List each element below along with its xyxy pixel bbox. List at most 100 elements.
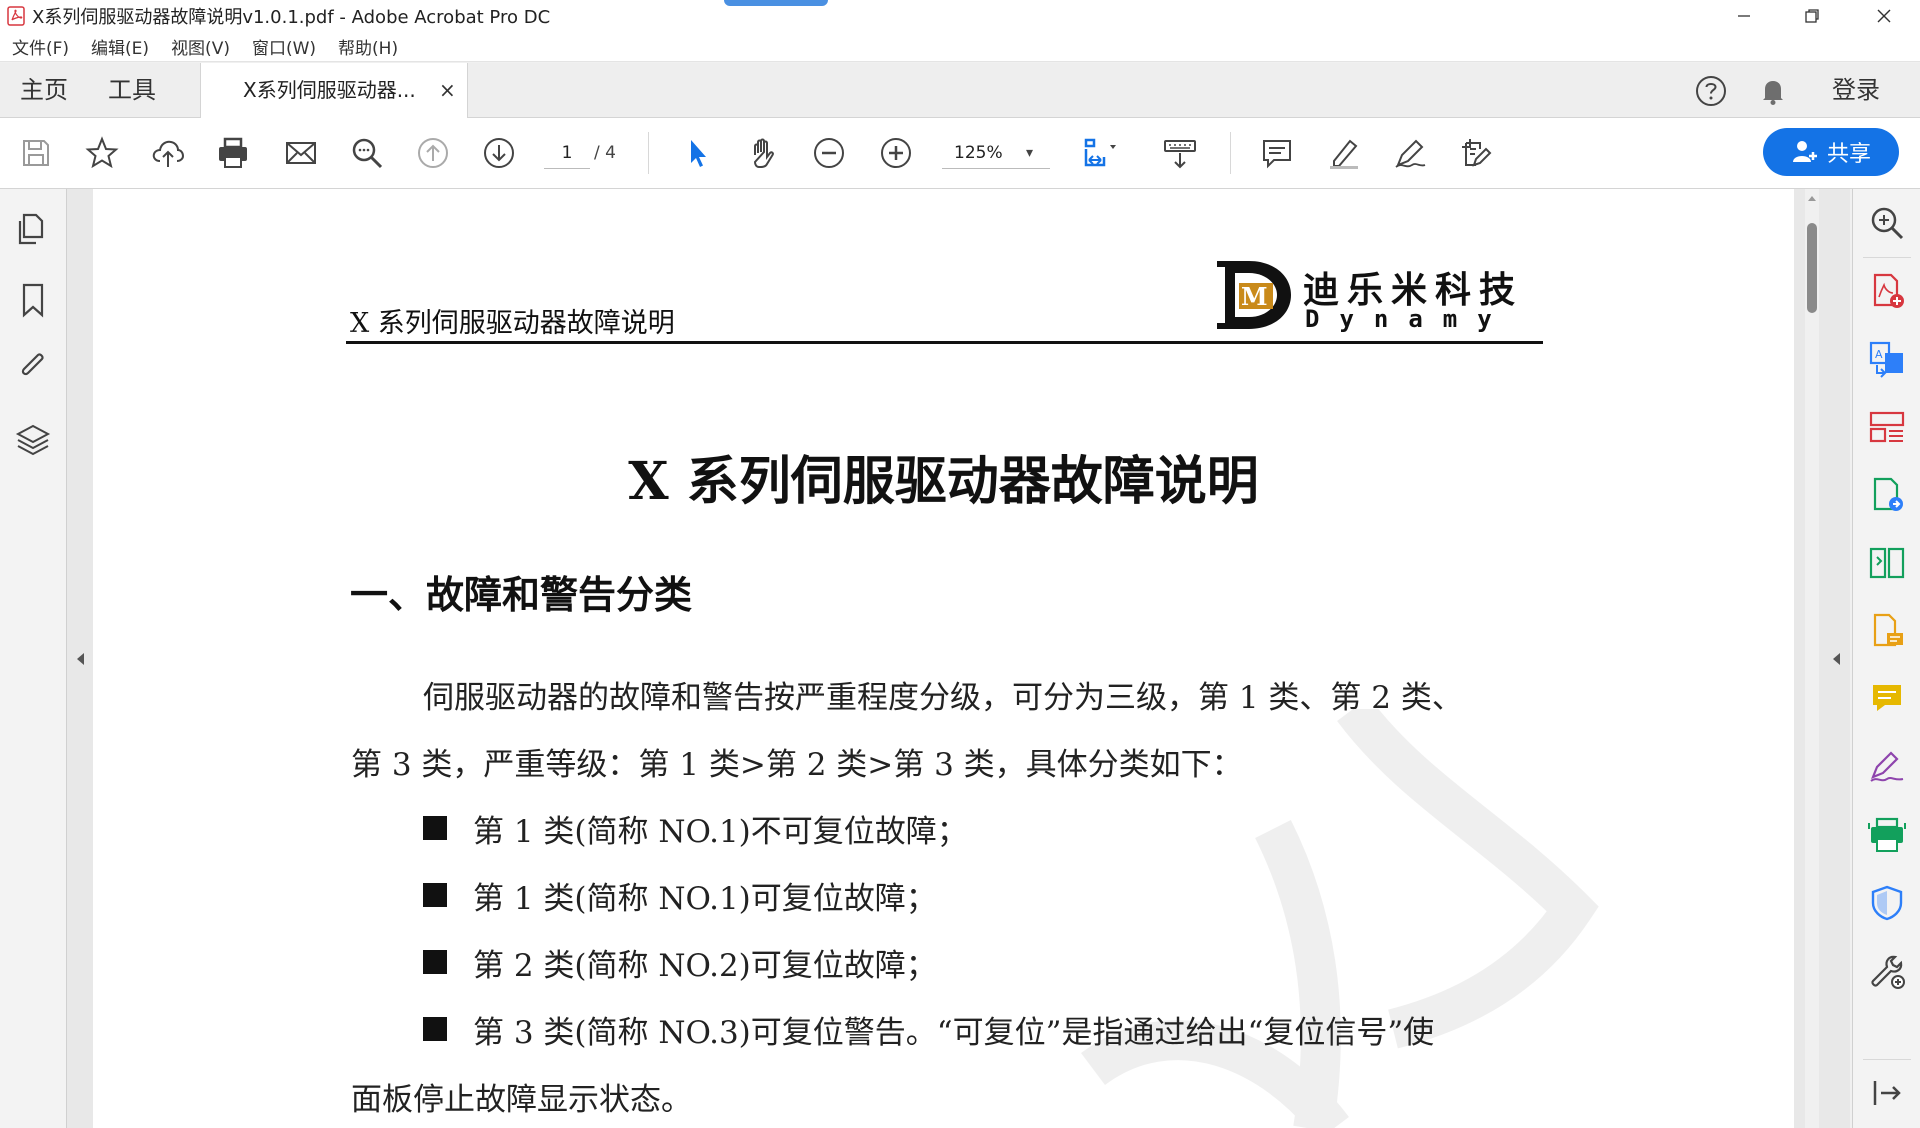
highlight-button[interactable] xyxy=(1324,133,1364,173)
window-title: X系列伺服驱动器故障说明v1.0.1.pdf - Adobe Acrobat P… xyxy=(32,7,551,28)
print-production-icon[interactable] xyxy=(1867,815,1907,855)
logo-english-text: Dynamy xyxy=(1305,305,1512,333)
bullet-square xyxy=(423,1017,447,1041)
panel-divider xyxy=(1863,257,1911,258)
printer-icon xyxy=(219,137,247,168)
restore-button[interactable] xyxy=(1780,0,1844,32)
close-window-button[interactable] xyxy=(1852,0,1916,32)
scroll-mode-button[interactable] xyxy=(1160,133,1200,173)
next-page-button[interactable] xyxy=(479,133,519,173)
tab-tools[interactable]: 工具 xyxy=(108,63,156,117)
attachment-icon[interactable] xyxy=(14,347,52,385)
acrobat-app-icon xyxy=(7,6,25,26)
svg-text:M: M xyxy=(1241,282,1268,311)
svg-text:A: A xyxy=(1875,348,1883,361)
layers-icon[interactable] xyxy=(14,421,52,459)
bookmark-star-button[interactable] xyxy=(82,133,122,173)
paragraph-line: 第 3 类，严重等级：第 1 类>第 2 类>第 3 类，具体分类如下： xyxy=(351,747,1243,783)
add-user-icon xyxy=(1792,141,1817,162)
search-zoom-icon[interactable] xyxy=(1867,203,1907,243)
cursor-arrow-icon xyxy=(691,140,706,167)
list-item: 第 1 类(简称 NO.1)可复位故障； xyxy=(473,881,937,917)
previous-page-button[interactable] xyxy=(413,133,453,173)
restore-icon xyxy=(1805,9,1819,23)
export-pdf-icon[interactable]: A xyxy=(1867,339,1907,379)
more-tools-icon[interactable] xyxy=(1867,951,1907,991)
right-tools-panel: A xyxy=(1852,189,1920,1128)
bullet-square xyxy=(423,883,447,907)
menu-file[interactable]: 文件(F) xyxy=(12,34,69,59)
organize-pages-icon[interactable] xyxy=(1867,407,1907,447)
create-pdf-icon[interactable] xyxy=(1867,271,1907,311)
minimize-button[interactable] xyxy=(1712,0,1776,32)
edit-document-icon xyxy=(1462,139,1492,167)
fit-page-button[interactable] xyxy=(1078,133,1118,173)
scroll-up-icon[interactable] xyxy=(1805,193,1819,205)
left-navigation-panel xyxy=(0,189,67,1128)
menu-help[interactable]: 帮助(H) xyxy=(338,34,398,59)
document-tab-close-button[interactable]: × xyxy=(439,63,456,117)
vertical-scrollbar[interactable] xyxy=(1805,189,1819,1128)
zoom-level-value: 125% xyxy=(954,143,1003,163)
email-button[interactable] xyxy=(281,133,321,173)
save-button[interactable] xyxy=(16,133,56,173)
zoom-out-button[interactable] xyxy=(809,133,849,173)
protect-shield-icon[interactable] xyxy=(1867,883,1907,923)
close-icon xyxy=(1877,9,1891,23)
tab-home[interactable]: 主页 xyxy=(20,63,68,117)
zoom-level-select[interactable]: 125% ▾ xyxy=(942,138,1050,169)
notification-bell-icon[interactable] xyxy=(1756,74,1790,108)
upload-cloud-button[interactable] xyxy=(148,133,188,173)
list-item: 第 1 类(简称 NO.1)不可复位故障； xyxy=(473,814,968,850)
toolbar-divider xyxy=(648,132,649,174)
collapse-right-panel-icon[interactable] xyxy=(1828,650,1846,668)
toolbar-divider xyxy=(1230,132,1231,174)
tab-bar: 主页 工具 X系列伺服驱动器... × 登录 xyxy=(0,63,1920,118)
login-button[interactable]: 登录 xyxy=(1832,63,1880,117)
edit-pdf-icon[interactable] xyxy=(1867,475,1907,515)
page-number-input[interactable]: 1 xyxy=(544,138,590,169)
collapse-panel-arrow-icon[interactable] xyxy=(1867,1073,1907,1113)
minimize-icon xyxy=(1738,15,1750,17)
header-divider xyxy=(346,341,1543,344)
bullet-square xyxy=(423,816,447,840)
menu-edit[interactable]: 编辑(E) xyxy=(91,34,149,59)
main-toolbar: 1 / 4 125% ▾ 共享 xyxy=(0,118,1920,189)
zoom-in-button[interactable] xyxy=(876,133,916,173)
document-title: X 系列伺服驱动器故障说明 xyxy=(628,451,1259,512)
print-button[interactable] xyxy=(213,133,253,173)
zoom-out-icon xyxy=(814,138,844,168)
chevron-down-icon: ▾ xyxy=(1026,145,1034,161)
document-view[interactable]: X 系列伺服驱动器故障说明 M 迪乐米科技 Dynamy X 系列伺服驱动器故障… xyxy=(67,189,1850,1128)
hand-tool-button[interactable] xyxy=(743,133,783,173)
fill-and-sign-icon[interactable] xyxy=(1867,747,1907,787)
find-button[interactable] xyxy=(347,133,387,173)
help-icon[interactable] xyxy=(1694,74,1728,108)
save-icon xyxy=(23,140,49,166)
list-item: 第 2 类(简称 NO.2)可复位故障； xyxy=(473,948,937,984)
scrollbar-thumb[interactable] xyxy=(1807,223,1817,313)
sign-button[interactable] xyxy=(1390,133,1430,173)
page-thumbnails-icon[interactable] xyxy=(14,211,52,249)
sticky-note-icon[interactable] xyxy=(1867,679,1907,719)
fill-sign-button[interactable] xyxy=(1456,133,1496,173)
menu-window[interactable]: 窗口(W) xyxy=(252,34,316,59)
share-button-label: 共享 xyxy=(1826,142,1871,167)
combine-files-icon[interactable] xyxy=(1867,543,1907,583)
menu-view[interactable]: 视图(V) xyxy=(171,34,230,59)
page-total-label: / 4 xyxy=(594,143,616,163)
bookmark-icon[interactable] xyxy=(14,281,52,319)
star-icon xyxy=(85,136,119,169)
comment-button[interactable] xyxy=(1257,133,1297,173)
email-icon xyxy=(286,142,316,164)
section-heading: 一、故障和警告分类 xyxy=(350,572,693,617)
comment-document-icon[interactable] xyxy=(1867,611,1907,651)
panel-divider xyxy=(1863,1059,1911,1060)
collapse-left-panel-icon[interactable] xyxy=(72,650,90,668)
tab-document[interactable]: X系列伺服驱动器... × xyxy=(200,63,468,118)
select-tool-button[interactable] xyxy=(678,133,718,173)
arrow-up-circle-icon xyxy=(418,138,448,168)
share-button[interactable]: 共享 xyxy=(1763,128,1899,176)
hand-icon xyxy=(753,138,774,168)
pen-sign-icon xyxy=(1395,139,1426,168)
